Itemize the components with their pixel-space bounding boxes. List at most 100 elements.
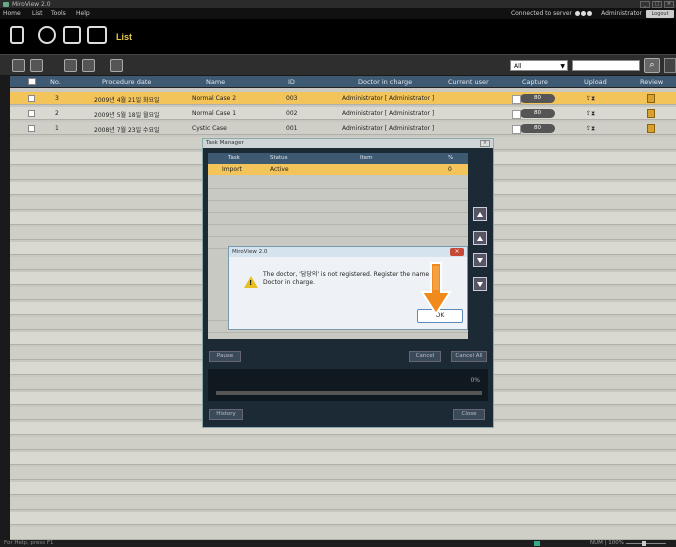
search-input[interactable]	[572, 60, 640, 71]
more-button[interactable]	[664, 58, 676, 73]
arrow-down-icon	[477, 258, 483, 263]
table-row[interactable]: 2 2009년 5월 18일 월요일 Normal Case 1 002 Adm…	[10, 107, 676, 120]
capture-button[interactable]: 80	[512, 94, 555, 104]
review-icon[interactable]	[647, 94, 655, 103]
list-toolbar: All ▼ ⌕	[0, 54, 676, 75]
report-icon[interactable]	[30, 59, 43, 72]
col-current-user[interactable]: Current user	[448, 78, 489, 86]
task-percent: 0	[448, 166, 452, 173]
cell-no: 3	[55, 95, 59, 102]
search-icon[interactable]: ⌕	[644, 58, 660, 73]
table-row[interactable]: 1 2008년 7월 23일 수요일 Cystic Case 001 Admin…	[10, 122, 676, 135]
row-checkbox[interactable]	[28, 125, 35, 132]
col-item: Item	[360, 155, 373, 161]
status-dot-icon	[575, 11, 580, 16]
empty-row	[10, 512, 676, 525]
cell-id: 003	[286, 95, 298, 102]
pause-button[interactable]: Pause	[209, 351, 241, 362]
copy-icon[interactable]	[64, 59, 77, 72]
divider	[208, 236, 468, 237]
cell-doctor: Administrator [ Administrator ]	[342, 95, 435, 102]
empty-row	[10, 527, 676, 540]
task-status: Active	[270, 166, 289, 173]
record-icon[interactable]	[38, 26, 56, 44]
review-icon[interactable]	[647, 124, 655, 133]
col-no[interactable]: No.	[50, 78, 61, 86]
monitor-icon[interactable]	[87, 26, 107, 44]
close-window-button[interactable]: ×	[664, 1, 674, 8]
close-icon[interactable]: ×	[480, 140, 490, 147]
zoom-slider[interactable]	[626, 543, 666, 544]
row-checkbox[interactable]	[28, 110, 35, 117]
delete-icon[interactable]	[110, 59, 123, 72]
menu-tools[interactable]: Tools	[51, 10, 66, 17]
edit-icon[interactable]	[63, 26, 81, 44]
move-bottom-button[interactable]	[473, 277, 487, 291]
export-icon[interactable]	[82, 59, 95, 72]
menu-help[interactable]: Help	[76, 10, 90, 17]
col-upload[interactable]: Upload	[584, 78, 607, 86]
divider	[208, 212, 468, 213]
col-status: Status	[270, 155, 288, 161]
logout-button[interactable]: Logout	[646, 10, 674, 18]
menu-home[interactable]: Home	[3, 10, 21, 17]
move-up-button[interactable]	[473, 231, 487, 245]
move-top-button[interactable]	[473, 207, 487, 221]
maximize-button[interactable]: □	[652, 1, 662, 8]
status-dot-icon	[587, 11, 592, 16]
select-all-checkbox[interactable]	[28, 78, 36, 85]
table-header: No. Procedure date Name ID Doctor in cha…	[10, 76, 676, 88]
col-review[interactable]: Review	[640, 78, 663, 86]
row-checkbox[interactable]	[28, 95, 35, 102]
task-name: Import	[222, 166, 242, 173]
cancel-all-button[interactable]: Cancel All	[451, 351, 487, 362]
menu-bar: Home List Tools Help Connected to server…	[0, 9, 676, 19]
col-percent: %	[448, 155, 454, 161]
cell-doctor: Administrator [ Administrator ]	[342, 125, 435, 132]
status-bar: For Help, press F1 NUM | 100%	[0, 540, 676, 547]
menu-list[interactable]: List	[32, 10, 43, 17]
arrow-up-icon	[477, 212, 483, 217]
filter-value: All	[514, 63, 522, 70]
close-button[interactable]: Close	[453, 409, 485, 420]
col-capture[interactable]: Capture	[522, 78, 548, 86]
task-row[interactable]: Import Active 0	[208, 164, 468, 175]
print-icon[interactable]	[12, 59, 25, 72]
cell-no: 2	[55, 110, 59, 117]
empty-row	[10, 482, 676, 495]
cancel-button[interactable]: Cancel	[409, 351, 441, 362]
dialog-message: The doctor, '담당의' is not registered. Reg…	[263, 271, 438, 286]
review-icon[interactable]	[647, 109, 655, 118]
empty-row	[10, 497, 676, 510]
minimize-button[interactable]: _	[640, 1, 650, 8]
empty-row	[10, 452, 676, 465]
move-down-button[interactable]	[473, 253, 487, 267]
col-doctor[interactable]: Doctor in charge	[358, 78, 412, 86]
page-title: List	[116, 32, 133, 42]
help-hint: For Help, press F1	[4, 540, 54, 546]
upload-icon[interactable]: ⇪⧗	[586, 110, 595, 118]
cell-date: 2009년 5월 18일 월요일	[94, 112, 160, 119]
history-button[interactable]: History	[209, 409, 243, 420]
list-icon[interactable]	[10, 26, 24, 44]
col-date[interactable]: Procedure date	[102, 78, 151, 86]
col-task: Task	[228, 155, 240, 161]
chevron-down-icon: ▼	[560, 63, 565, 70]
upload-icon[interactable]: ⇪⧗	[586, 95, 595, 103]
col-id[interactable]: ID	[288, 78, 295, 86]
progress-bar	[216, 391, 482, 395]
pointer-arrow-icon	[420, 262, 452, 316]
col-name[interactable]: Name	[206, 78, 225, 86]
filter-select[interactable]: All ▼	[510, 60, 568, 71]
activity-indicator-icon	[534, 541, 540, 546]
zoom-slider-handle[interactable]	[642, 541, 646, 546]
empty-row	[10, 437, 676, 450]
upload-icon[interactable]: ⇪⧗	[586, 125, 595, 133]
divider	[208, 188, 468, 189]
table-row[interactable]: 3 2009년 4월 21일 화요일 Normal Case 2 003 Adm…	[10, 92, 676, 105]
close-icon[interactable]: ×	[450, 248, 464, 256]
capture-button[interactable]: 80	[512, 124, 555, 134]
capture-button[interactable]: 80	[512, 109, 555, 119]
progress-percent: 0%	[470, 377, 480, 384]
divider	[208, 200, 468, 201]
